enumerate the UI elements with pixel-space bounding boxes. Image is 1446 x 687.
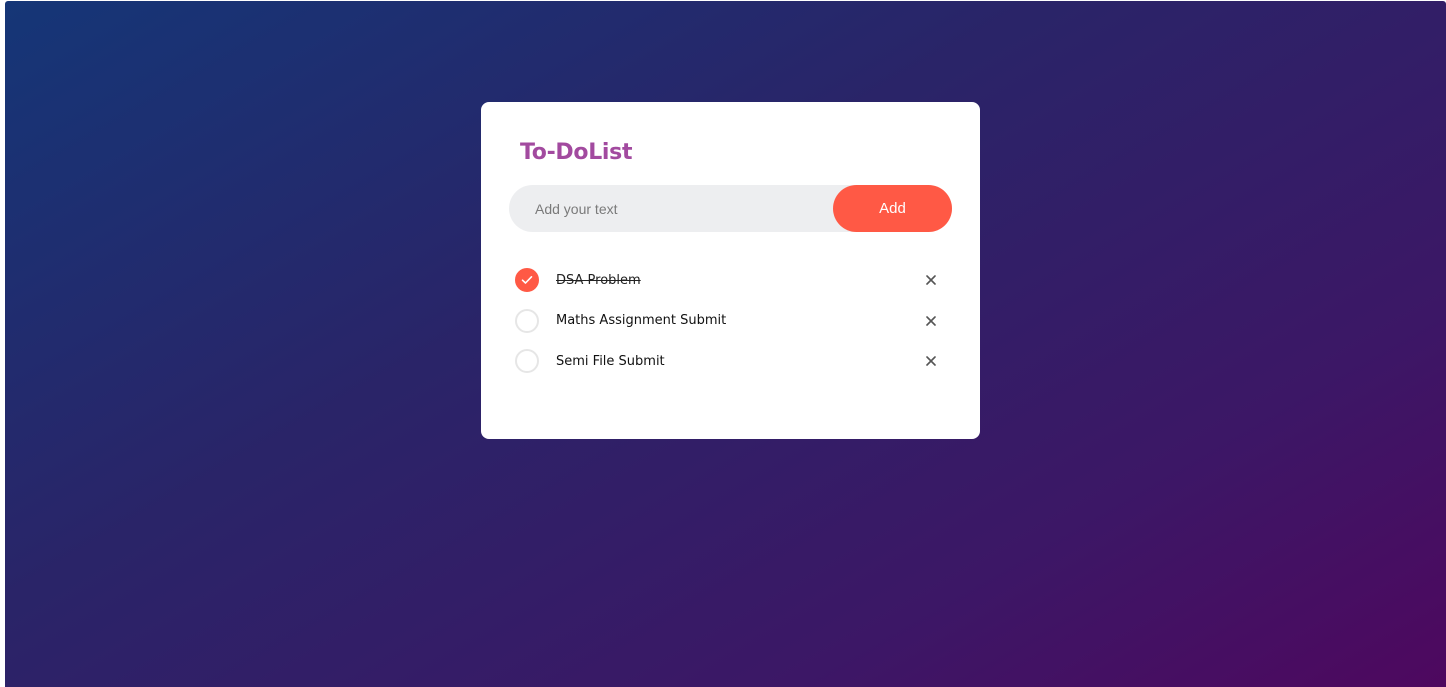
todo-card: To-DoList Add DSA Problem <box>481 102 980 439</box>
task-checkbox[interactable] <box>515 308 539 333</box>
task-item[interactable]: Maths Assignment Submit <box>515 301 945 342</box>
task-item[interactable]: DSA Problem <box>515 260 945 301</box>
add-button[interactable]: Add <box>833 185 952 232</box>
close-icon <box>926 315 936 326</box>
task-input[interactable] <box>535 185 815 232</box>
delete-task-button[interactable] <box>917 307 945 335</box>
delete-task-button[interactable] <box>917 347 945 375</box>
check-icon <box>521 276 533 285</box>
add-task-row: Add <box>509 185 952 232</box>
delete-task-button[interactable] <box>917 266 945 294</box>
task-text: Maths Assignment Submit <box>556 313 727 329</box>
app-title: To-DoList <box>520 140 633 165</box>
task-item[interactable]: Semi File Submit <box>515 341 945 382</box>
page-background: To-DoList Add DSA Problem <box>5 1 1446 687</box>
task-text: Semi File Submit <box>556 353 665 369</box>
task-text: DSA Problem <box>556 272 641 288</box>
task-checkbox[interactable] <box>515 349 539 374</box>
task-list: DSA Problem Maths Assignment Submit Semi… <box>515 260 945 382</box>
close-icon <box>926 275 936 286</box>
task-checkbox[interactable] <box>515 268 539 293</box>
close-icon <box>926 356 936 367</box>
